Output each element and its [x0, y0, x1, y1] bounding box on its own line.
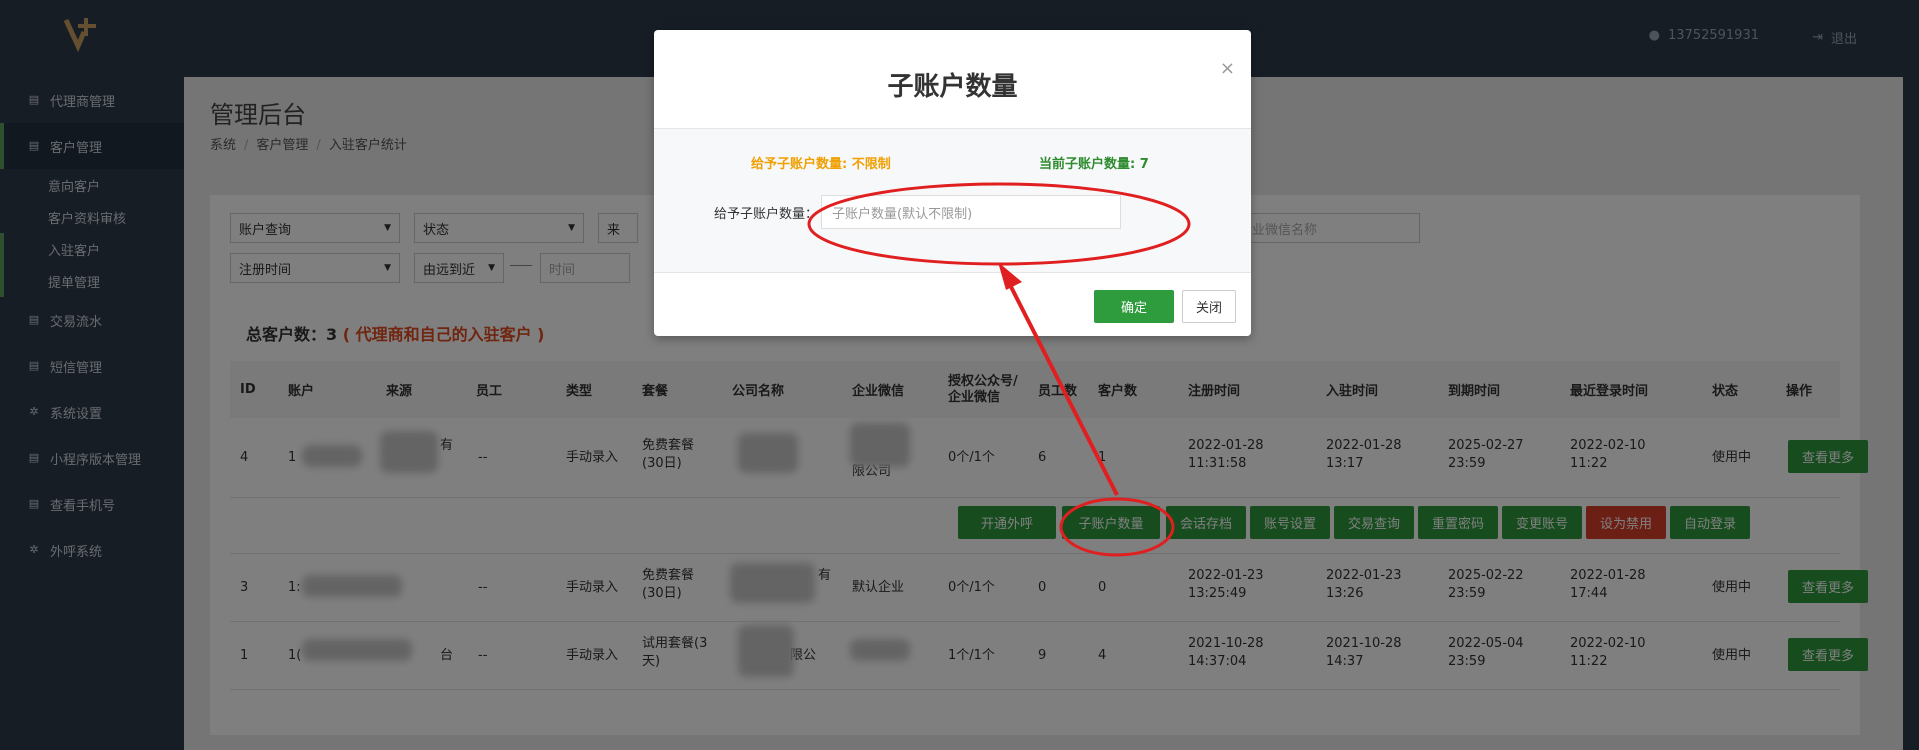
close-icon[interactable]: ×: [1220, 58, 1235, 79]
dialog-header: 子账户数量 ×: [654, 30, 1251, 129]
subaccount-field-label: 给予子账户数量：: [714, 207, 819, 222]
subaccount-count-input[interactable]: 子账户数量(默认不限制): [821, 195, 1121, 229]
subaccount-count-dialog: 子账户数量 × 给予子账户数量: 不限制 当前子账户数量: 7 给予子账户数量：…: [654, 30, 1251, 336]
confirm-button[interactable]: 确定: [1094, 290, 1174, 323]
input-placeholder: 子账户数量(默认不限制): [832, 206, 973, 222]
close-button[interactable]: 关闭: [1182, 290, 1236, 323]
given-limit-text: 给予子账户数量: 不限制: [751, 157, 891, 172]
dialog-title: 子账户数量: [887, 72, 1018, 102]
dialog-body: 给予子账户数量: 不限制 当前子账户数量: 7 给予子账户数量： 子账户数量(默…: [654, 129, 1251, 272]
current-count-text: 当前子账户数量: 7: [1039, 157, 1149, 172]
dialog-footer: 确定 关闭: [654, 272, 1251, 337]
